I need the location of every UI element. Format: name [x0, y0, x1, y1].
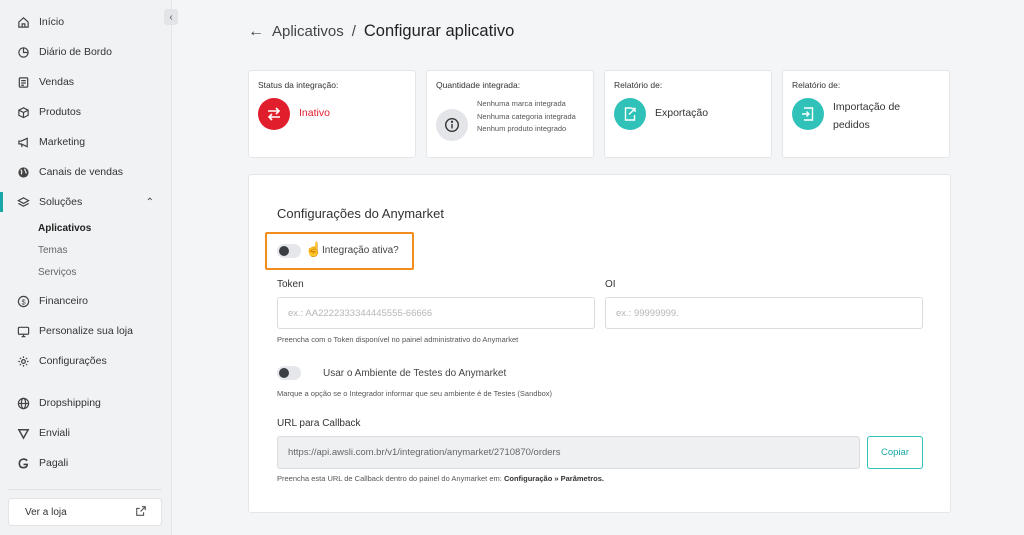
status-card: Status da integração: Inativo [248, 70, 416, 158]
export-icon [614, 98, 646, 130]
sidebar-item-label: Vendas [39, 76, 75, 88]
info-icon [436, 109, 468, 141]
sidebar-item-label: Pagali [39, 457, 69, 469]
import-value: Importação de pedidos [833, 101, 901, 131]
sidebar-item-dropshipping[interactable]: Dropshipping [0, 390, 172, 416]
callback-help-text: Preencha esta URL de Callback dentro do … [277, 474, 502, 483]
quantity-line-products: Nenhum produto integrado [477, 124, 567, 133]
sidebar-item-diario-de-bordo[interactable]: Diário de Bordo [0, 39, 172, 65]
view-store-label: Ver a loja [25, 506, 67, 518]
token-input[interactable] [277, 297, 595, 329]
megaphone-icon [16, 135, 30, 149]
status-card-label: Status da integração: [258, 80, 339, 90]
callback-url-field[interactable]: https://api.awsli.com.br/v1/integration/… [277, 436, 860, 469]
sidebar-subitem-temas[interactable]: Temas [38, 245, 67, 256]
chevron-left-icon[interactable]: ‹ [164, 9, 178, 25]
breadcrumb-separator: / [351, 23, 356, 40]
hand-cursor-icon: ☝ [305, 241, 323, 257]
sidebar-item-label: Início [39, 16, 65, 28]
sidebar-item-label: Canais de vendas [39, 166, 124, 178]
sidebar-item-pagali[interactable]: Pagali [0, 450, 172, 476]
status-value: Inativo [299, 107, 330, 119]
sidebar-item-label: Soluções [39, 196, 83, 208]
svg-text:$: $ [21, 297, 25, 306]
sandbox-label: Usar o Ambiente de Testes do Anymarket [323, 368, 507, 379]
box-icon [16, 105, 30, 119]
export-card-label: Relatório de: [614, 80, 663, 90]
sandbox-help: Marque a opção se o Integrador informar … [277, 389, 553, 398]
sidebar-item-marketing[interactable]: Marketing [0, 129, 172, 155]
sidebar-item-label: Configurações [39, 355, 107, 367]
sidebar-item-personalize[interactable]: Personalize sua loja [0, 318, 172, 344]
import-icon [792, 98, 824, 130]
sidebar-item-label: Personalize sua loja [39, 325, 133, 337]
external-link-icon [135, 505, 147, 520]
breadcrumb-aplicativos-link[interactable]: Aplicativos [272, 23, 344, 40]
config-title: Configurações do Anymarket [277, 206, 444, 221]
integration-active-label: Integração ativa? [322, 245, 399, 256]
callback-label: URL para Callback [277, 418, 361, 429]
callback-help: Preencha esta URL de Callback dentro do … [277, 474, 604, 483]
globe-icon [16, 165, 30, 179]
quantity-line-categories: Nenhuma categoria integrada [477, 111, 576, 121]
globe-icon [16, 396, 30, 410]
sidebar-item-financeiro[interactable]: $ Financeiro [0, 288, 172, 314]
receipt-icon [16, 75, 30, 89]
sidebar-subitem-servicos[interactable]: Serviços [38, 267, 76, 278]
pie-chart-icon [16, 45, 30, 59]
import-card-label: Relatório de: [792, 80, 841, 90]
sidebar-item-label: Diário de Bordo [39, 46, 112, 58]
callback-url-value: https://api.awsli.com.br/v1/integration/… [288, 447, 561, 458]
import-report-card[interactable]: Relatório de: Importação de pedidos [782, 70, 950, 158]
arrow-left-icon[interactable]: ← [248, 23, 264, 41]
page-title: Configurar aplicativo [363, 22, 515, 40]
sidebar-item-configuracoes[interactable]: Configurações [0, 348, 172, 374]
sandbox-toggle[interactable] [277, 366, 301, 380]
quantity-lines: Nenhuma marca integrada Nenhuma categori… [477, 98, 587, 136]
sidebar-item-solucoes[interactable]: Soluções ⌃ [0, 189, 172, 215]
sidebar-item-enviali[interactable]: Enviali [0, 420, 172, 446]
sidebar-item-produtos[interactable]: Produtos [0, 99, 172, 125]
sidebar-divider [8, 489, 162, 490]
swap-arrows-icon [258, 98, 290, 130]
sidebar-subitem-aplicativos[interactable]: Aplicativos [38, 223, 91, 234]
anymarket-config-panel: Configurações do Anymarket Integração at… [248, 174, 951, 513]
sidebar-item-label: Produtos [39, 106, 82, 118]
sidebar-item-vendas[interactable]: Vendas [0, 69, 172, 95]
sidebar-item-label: Financeiro [39, 295, 89, 307]
shield-icon [16, 426, 30, 440]
token-help: Preencha com o Token disponível no paine… [277, 335, 519, 344]
chevron-up-icon: ⌃ [145, 196, 154, 208]
sidebar-item-canais-de-vendas[interactable]: Canais de vendas [0, 159, 172, 185]
quantity-line-brands: Nenhuma marca integrada [477, 99, 566, 108]
view-store-button[interactable]: Ver a loja [8, 498, 162, 526]
breadcrumb: ← Aplicativos / Configurar aplicativo [248, 22, 514, 41]
oi-input[interactable] [605, 297, 923, 329]
quantity-card-label: Quantidade integrada: [436, 80, 521, 90]
callback-help-path: Configuração » Parâmetros. [503, 474, 604, 483]
sidebar-item-label: Enviali [39, 427, 70, 439]
token-label: Token [277, 279, 304, 290]
export-report-card[interactable]: Relatório de: Exportação [604, 70, 772, 158]
home-icon [16, 15, 30, 29]
sidebar-item-inicio[interactable]: Início [0, 9, 172, 35]
pagali-icon [16, 456, 30, 470]
dollar-icon: $ [16, 294, 30, 308]
quantity-card: Quantidade integrada: Nenhuma marca inte… [426, 70, 594, 158]
copy-button[interactable]: Copiar [867, 436, 923, 469]
layers-icon [16, 195, 30, 209]
export-value: Exportação [655, 107, 709, 119]
sidebar-item-label: Marketing [39, 136, 86, 148]
sidebar-item-label: Dropshipping [39, 397, 101, 409]
sidebar: ‹ Início Diário de Bordo Vendas Produtos… [0, 0, 178, 535]
monitor-icon [16, 324, 30, 338]
oi-label: OI [605, 279, 616, 290]
integration-active-toggle[interactable] [277, 244, 301, 258]
gear-icon [16, 354, 30, 368]
